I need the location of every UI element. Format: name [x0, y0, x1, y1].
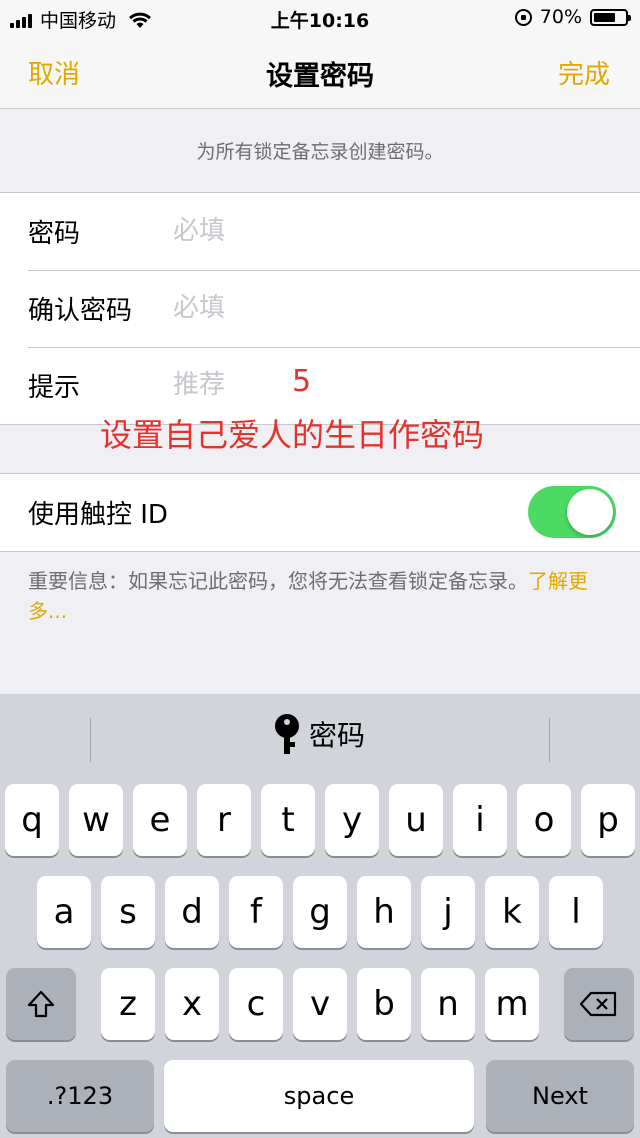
- key-g[interactable]: g: [293, 876, 347, 948]
- footer-note-text: 重要信息：如果忘记此密码，您将无法查看锁定备忘录。: [28, 569, 528, 593]
- touch-id-toggle[interactable]: [528, 486, 616, 538]
- touch-id-group: 使用触控 ID: [0, 473, 640, 552]
- key-r[interactable]: r: [197, 784, 251, 856]
- key-p[interactable]: p: [581, 784, 635, 856]
- confirm-password-label: 确认密码: [28, 296, 133, 326]
- suggestion-label: 密码: [308, 719, 365, 752]
- key-k[interactable]: k: [485, 876, 539, 948]
- key-icon: [274, 714, 299, 754]
- shift-icon: [27, 990, 55, 1018]
- next-key[interactable]: Next: [486, 1060, 634, 1132]
- annotation-number: 5: [292, 364, 312, 399]
- battery-percent: 70%: [539, 6, 582, 28]
- predictive-bar: 密码: [0, 694, 640, 782]
- rotation-lock-icon: [514, 8, 532, 26]
- key-v[interactable]: v: [293, 968, 347, 1040]
- key-x[interactable]: x: [165, 968, 219, 1040]
- key-w[interactable]: w: [69, 784, 123, 856]
- key-t[interactable]: t: [261, 784, 315, 856]
- key-e[interactable]: e: [133, 784, 187, 856]
- delete-icon: [579, 991, 617, 1017]
- annotation-text: 设置自己爱人的生日作密码: [100, 416, 485, 454]
- key-u[interactable]: u: [389, 784, 443, 856]
- key-z[interactable]: z: [101, 968, 155, 1040]
- confirm-password-input[interactable]: [173, 288, 613, 328]
- key-j[interactable]: j: [421, 876, 475, 948]
- done-button[interactable]: 完成: [558, 54, 610, 91]
- key-m[interactable]: m: [485, 968, 539, 1040]
- key-y[interactable]: y: [325, 784, 379, 856]
- password-suggestion[interactable]: 密码: [0, 714, 640, 754]
- section-header: 为所有锁定备忘录创建密码。: [196, 141, 444, 163]
- shift-key[interactable]: [6, 968, 76, 1040]
- toggle-knob: [567, 489, 613, 535]
- touch-id-label: 使用触控 ID: [28, 500, 168, 530]
- touch-id-row: 使用触控 ID: [0, 474, 640, 551]
- battery-icon: [590, 8, 631, 26]
- key-f[interactable]: f: [229, 876, 283, 948]
- space-key[interactable]: space: [164, 1060, 474, 1132]
- key-c[interactable]: c: [229, 968, 283, 1040]
- password-row: 密码: [0, 193, 640, 270]
- key-d[interactable]: d: [165, 876, 219, 948]
- confirm-password-row: 确认密码: [0, 270, 640, 347]
- key-b[interactable]: b: [357, 968, 411, 1040]
- numbers-key[interactable]: .?123: [6, 1060, 154, 1132]
- nav-bar: 取消 设置密码 完成: [0, 36, 640, 109]
- password-label: 密码: [28, 219, 81, 249]
- key-n[interactable]: n: [421, 968, 475, 1040]
- hint-input[interactable]: [173, 365, 613, 405]
- page-title: 设置密码: [266, 61, 374, 92]
- battery-level: [594, 12, 615, 22]
- password-form: 密码 确认密码 提示: [0, 192, 640, 425]
- key-s[interactable]: s: [101, 876, 155, 948]
- status-right: 70%: [514, 6, 631, 28]
- key-a[interactable]: a: [37, 876, 91, 948]
- delete-key[interactable]: [564, 968, 634, 1040]
- keyboard: 密码 qwertyuiop asdfghjkl zxcvbnm .?123 sp…: [0, 694, 640, 1138]
- password-input[interactable]: [173, 211, 613, 251]
- key-l[interactable]: l: [549, 876, 603, 948]
- key-o[interactable]: o: [517, 784, 571, 856]
- status-bar: 中国移动 上午10:16 70%: [0, 0, 640, 36]
- footer-note: 重要信息：如果忘记此密码，您将无法查看锁定备忘录。了解更多...: [28, 566, 618, 626]
- key-q[interactable]: q: [5, 784, 59, 856]
- key-h[interactable]: h: [357, 876, 411, 948]
- key-i[interactable]: i: [453, 784, 507, 856]
- hint-label: 提示: [28, 373, 81, 403]
